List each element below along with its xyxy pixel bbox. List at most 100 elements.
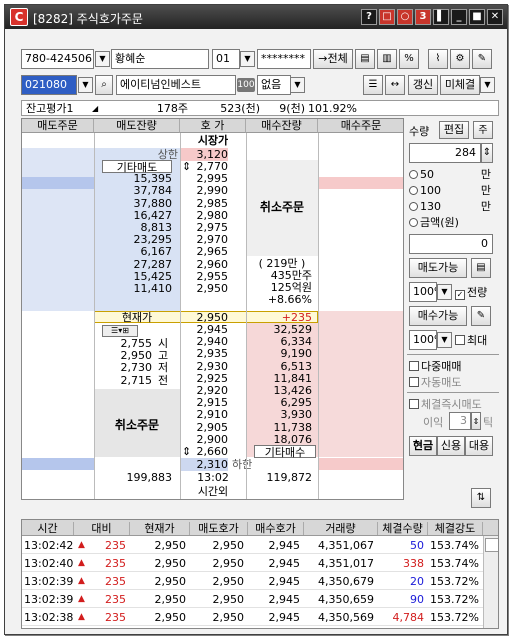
cash-button[interactable]: 현금 — [409, 436, 437, 456]
bid-price[interactable]: 2,945 — [180, 323, 229, 336]
ask-price[interactable]: 2,985 — [180, 197, 229, 210]
bid-price[interactable]: 2,920 — [180, 384, 229, 397]
multi-order-checkbox[interactable]: 다중매매 — [409, 360, 461, 373]
bid-price[interactable]: 2,915 — [180, 396, 229, 409]
credit-button[interactable]: 신용 — [437, 436, 465, 456]
bid-price[interactable]: 2,900 — [180, 433, 229, 446]
title-bar[interactable]: C [8282] 주식호가주문 ? □ ○ 3 ▌ _ ■ ✕ — [5, 5, 507, 29]
account-dropdown-icon[interactable]: ▼ — [95, 51, 110, 67]
account-suffix-field[interactable]: 01 — [212, 49, 240, 69]
loan-button[interactable]: 대용 — [465, 436, 493, 456]
stock-code-field[interactable]: 021080 — [21, 75, 77, 95]
wrench-icon[interactable]: ✎ — [472, 49, 492, 69]
ask-price[interactable]: 2,975 — [180, 221, 229, 234]
calc-icon[interactable]: % — [399, 49, 419, 69]
bid-price[interactable]: 2,905 — [180, 421, 229, 434]
amount-input[interactable]: 0 — [409, 234, 493, 254]
ask-price[interactable]: 2,965 — [180, 245, 229, 258]
current-price-label: 현재가 — [121, 311, 153, 324]
ticks-input[interactable]: 3 — [449, 412, 471, 430]
sell-other-label[interactable]: 기타매도 — [102, 160, 172, 174]
edit-button[interactable]: 편집 — [439, 121, 469, 139]
qty-unit-radio[interactable]: 50 만 — [409, 168, 495, 181]
bid-price[interactable]: 2,940 — [180, 335, 229, 348]
unfilled-dropdown-icon[interactable]: ▼ — [480, 77, 495, 93]
qty-unit-radio[interactable]: 금액(원) — [409, 216, 495, 229]
ask-order-column[interactable] — [22, 148, 94, 311]
buy-pct-dropdown-icon[interactable]: ▼ — [437, 332, 452, 348]
trade-cell: 2,950 — [212, 575, 245, 588]
ask-price[interactable]: 2,955 — [180, 270, 229, 283]
option-dropdown-icon[interactable]: ▼ — [290, 77, 305, 93]
settings-icon[interactable]: ⚙ — [450, 49, 470, 69]
refresh-button[interactable]: 갱신 — [408, 75, 438, 95]
link-icon[interactable]: □ — [379, 9, 395, 25]
search-icon[interactable]: ⌕ — [95, 75, 113, 95]
trades-scrollbar[interactable] — [483, 536, 498, 628]
buy-cancel-order[interactable]: 취소주문 — [246, 201, 318, 214]
max-qty-checkbox[interactable]: 최대 — [455, 334, 487, 347]
sell-possible-icon[interactable]: ▤ — [471, 258, 491, 278]
bid-price[interactable]: 2,910 — [180, 408, 229, 421]
stock-code-dropdown-icon[interactable]: ▼ — [78, 77, 93, 93]
scroll-thumb[interactable] — [485, 538, 498, 552]
option-field[interactable]: 없음 — [257, 75, 291, 95]
bid-volume: 6,334 — [280, 335, 313, 349]
pin-icon[interactable]: ▌ — [433, 9, 449, 25]
sort-icon[interactable]: ⇅ — [471, 488, 491, 508]
fill-sell-checkbox[interactable]: 체결즉시매도 — [409, 398, 482, 411]
bid-price[interactable]: 2,935 — [180, 347, 229, 360]
maximize-icon[interactable]: ■ — [469, 9, 485, 25]
report-icon[interactable]: ▤ — [355, 49, 375, 69]
close-icon[interactable]: ✕ — [487, 9, 503, 25]
bid-order-column[interactable] — [318, 311, 403, 457]
lower-limit-price[interactable]: 2,310 — [180, 458, 228, 471]
ask-price[interactable]: 2,990 — [180, 184, 229, 197]
bid-price[interactable]: 2,925 — [180, 372, 229, 385]
sell-pct-field[interactable]: 100% — [409, 282, 437, 302]
sell-possible-button[interactable]: 매도가능 — [409, 258, 467, 278]
suffix-dropdown-icon[interactable]: ▼ — [240, 51, 255, 67]
buy-possible-button[interactable]: 매수가능 — [409, 306, 467, 326]
evaluation-label[interactable]: 잔고평가1 — [26, 102, 73, 115]
group-icon[interactable]: ○ — [397, 9, 413, 25]
qty-input[interactable]: 284 — [409, 143, 481, 163]
minimize-icon[interactable]: _ — [451, 9, 467, 25]
list-toggle-icon[interactable]: ☰▾⊞ — [102, 325, 138, 337]
unfilled-button[interactable]: 미체결 — [440, 75, 480, 95]
after-hours-label[interactable]: 시간외 — [180, 485, 246, 498]
buy-pct-field[interactable]: 100% — [409, 330, 437, 350]
bid-price[interactable]: 2,930 — [180, 360, 229, 373]
buy-possible-icon[interactable]: ✎ — [471, 306, 491, 326]
ticks-spinner-icon[interactable]: ⇕ — [471, 412, 481, 430]
ask-price[interactable]: 2,950 — [180, 282, 229, 295]
num-icon[interactable]: 3 — [415, 9, 431, 25]
up-arrow-icon: ▲ — [78, 540, 85, 550]
account-number-field[interactable]: 780-424506 — [21, 49, 94, 69]
buy-other-label[interactable]: 기타매수 — [254, 445, 316, 459]
qty-spinner-icon[interactable]: ⇕ — [481, 143, 493, 163]
chart-icon[interactable]: ▥ — [377, 49, 397, 69]
qty-unit-radio[interactable]: 100 만 — [409, 184, 495, 197]
password-field[interactable]: ******** — [257, 49, 311, 69]
all-qty-checkbox[interactable]: ✓ 전량 — [455, 286, 487, 300]
ask-price[interactable]: 2,995 — [180, 172, 229, 185]
arrows-icon[interactable]: ↔ — [385, 75, 405, 95]
ask-price[interactable]: 2,960 — [180, 258, 229, 271]
graph-icon[interactable]: ⌇ — [428, 49, 448, 69]
sell-pct-dropdown-icon[interactable]: ▼ — [437, 284, 452, 300]
help-icon[interactable]: ? — [361, 9, 377, 25]
buy-other-toggle-icon[interactable]: ⇕ — [182, 445, 191, 458]
qty-type-icon[interactable]: 주 — [473, 121, 493, 139]
ask-price[interactable]: 2,770 — [180, 160, 229, 173]
qty-unit-radio[interactable]: 130 만 — [409, 200, 495, 213]
sell-cancel-order[interactable]: 취소주문 — [94, 419, 180, 432]
trade-cell: 2,945 — [268, 575, 301, 588]
evaluation-dropdown-icon[interactable]: ◢ — [92, 102, 98, 115]
all-accounts-button[interactable]: →전체 — [313, 49, 353, 69]
list-icon[interactable]: ☰ — [363, 75, 383, 95]
ask-price[interactable]: 2,970 — [180, 233, 229, 246]
auto-sell-checkbox[interactable]: 자동매도 — [409, 376, 461, 389]
ask-price[interactable]: 2,980 — [180, 209, 229, 222]
market-price-label[interactable]: 시장가 — [180, 134, 246, 147]
